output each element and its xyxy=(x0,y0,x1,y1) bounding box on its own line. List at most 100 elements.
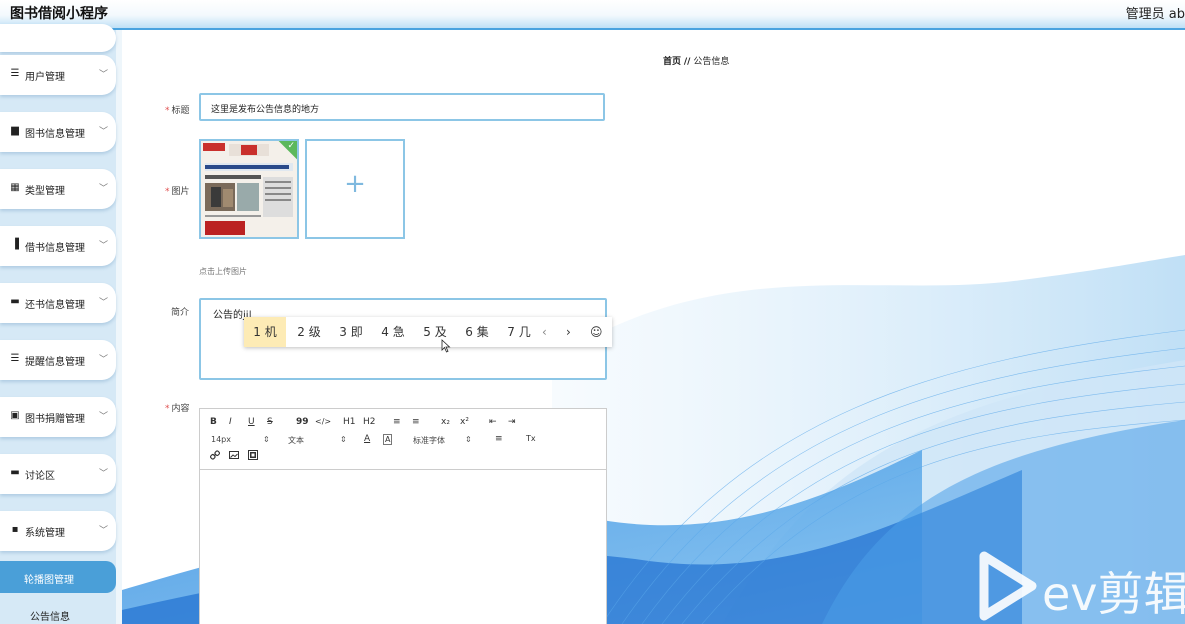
heading-select[interactable]: 文本 ⇕ xyxy=(288,435,348,446)
emoji-icon[interactable]: ☺ xyxy=(590,317,603,347)
sidebar-item-return[interactable]: ▬ 还书信息管理 ﹀ xyxy=(0,283,116,323)
heading2-button[interactable]: H2 xyxy=(363,417,376,427)
underline-button[interactable]: U xyxy=(248,417,255,427)
bar-chart-icon: ▐ xyxy=(11,239,19,250)
link-icon[interactable] xyxy=(210,450,220,460)
sidebar-item-users[interactable]: ☰ 用户管理 ﹀ xyxy=(0,55,116,95)
subscript-button[interactable]: x₂ xyxy=(441,417,450,427)
sidebar-item-label: 提醒信息管理 xyxy=(25,357,85,368)
image-label: * 图片 xyxy=(165,184,190,197)
top-bar: 图书借阅小程序 管理员 ab xyxy=(0,0,1185,30)
ime-prev-icon[interactable]: ‹ xyxy=(542,317,547,347)
ime-candidate[interactable]: 2 级 xyxy=(290,317,328,347)
heading-value: 文本 xyxy=(288,436,304,445)
chat-icon: ▬ xyxy=(10,467,20,478)
ime-candidate-bar: 1 机 2 级 3 即 4 急 5 及 6 集 7 几 ‹ › ☺ xyxy=(244,317,612,347)
image-label-text: 图片 xyxy=(171,187,190,197)
sidebar-subitem-label: 轮播图管理 xyxy=(24,575,74,586)
upload-tip: 点击上传图片 xyxy=(199,267,247,276)
image-icon[interactable] xyxy=(229,450,239,460)
sidebar-item-label: 系统管理 xyxy=(25,528,65,539)
rich-text-editor: B I U S 99 </> H1 H2 ≡ ≡ x₂ x² ⇤ ⇥ 14px ⇕… xyxy=(199,408,607,624)
ordered-list-button[interactable]: ≡ xyxy=(393,417,401,427)
font-family-select[interactable]: 标准字体 ⇕ xyxy=(413,435,473,446)
mouse-cursor-icon xyxy=(441,339,451,353)
chevron-down-icon: ﹀ xyxy=(98,184,108,194)
book-icon: ▆ xyxy=(11,125,19,136)
outdent-button[interactable]: ⇤ xyxy=(489,417,497,427)
select-caret-icon: ⇕ xyxy=(340,435,347,444)
required-mark: * xyxy=(165,187,170,197)
newspaper-image xyxy=(201,141,297,237)
editor-toolbar: B I U S 99 </> H1 H2 ≡ ≡ x₂ x² ⇤ ⇥ 14px ⇕… xyxy=(200,409,606,470)
ime-candidate[interactable]: 4 急 xyxy=(374,317,412,347)
font-family-value: 标准字体 xyxy=(413,436,445,445)
select-caret-icon: ⇕ xyxy=(263,435,270,444)
background-color-button[interactable]: A xyxy=(383,434,393,445)
font-size-select[interactable]: 14px ⇕ xyxy=(211,435,271,444)
ime-next-icon[interactable]: › xyxy=(566,317,571,347)
sidebar-subitem-notice[interactable]: 公告信息 xyxy=(30,608,70,623)
ev-watermark: ev剪辑 xyxy=(976,550,1185,624)
clear-format-button[interactable]: Tx xyxy=(526,434,536,443)
sidebar-item-partial[interactable] xyxy=(0,24,116,52)
chevron-down-icon: ﹀ xyxy=(98,127,108,137)
watermark-text: ev剪辑 xyxy=(1042,567,1185,621)
chevron-down-icon: ﹀ xyxy=(98,70,108,80)
sidebar-item-forum[interactable]: ▬ 讨论区 ﹀ xyxy=(0,454,116,494)
breadcrumb: 首页 // 公告信息 xyxy=(663,54,729,67)
monitor-icon: ▬ xyxy=(10,296,20,307)
sidebar-item-system[interactable]: ▪ 系统管理 ﹀ xyxy=(0,511,116,551)
list-icon: ☰ xyxy=(10,68,20,79)
breadcrumb-separator: // xyxy=(683,57,691,67)
chevron-down-icon: ﹀ xyxy=(98,355,108,365)
sidebar-item-label: 还书信息管理 xyxy=(25,300,85,311)
sidebar-subitem-carousel[interactable]: 轮播图管理 xyxy=(0,561,116,593)
title-input[interactable]: 这里是发布公告信息的地方 xyxy=(199,93,605,121)
chevron-down-icon: ﹀ xyxy=(98,412,108,422)
strike-button[interactable]: S xyxy=(267,417,273,427)
align-button[interactable]: ≡ xyxy=(495,434,503,444)
heading1-button[interactable]: H1 xyxy=(343,417,356,427)
apps-icon: ▪ xyxy=(11,524,19,535)
sidebar-item-reminder[interactable]: ☰ 提醒信息管理 ﹀ xyxy=(0,340,116,380)
sidebar-item-donation[interactable]: ▣ 图书捐赠管理 ﹀ xyxy=(0,397,116,437)
sidebar-item-label: 用户管理 xyxy=(25,72,65,83)
required-mark: * xyxy=(165,404,170,414)
code-block-button[interactable]: </> xyxy=(315,417,331,426)
font-color-button[interactable]: A xyxy=(364,434,370,444)
select-caret-icon: ⇕ xyxy=(465,435,472,444)
sidebar-item-label: 图书捐赠管理 xyxy=(25,414,85,425)
title-label-text: 标题 xyxy=(171,106,190,116)
chevron-down-icon: ﹀ xyxy=(98,526,108,536)
sidebar-item-types[interactable]: ▦ 类型管理 ﹀ xyxy=(0,169,116,209)
ime-candidate[interactable]: 3 即 xyxy=(332,317,370,347)
content-label: * 内容 xyxy=(165,401,190,414)
sidebar-item-books[interactable]: ▆ 图书信息管理 ﹀ xyxy=(0,112,116,152)
indent-button[interactable]: ⇥ xyxy=(508,417,516,427)
sidebar-item-label: 讨论区 xyxy=(25,471,55,482)
ime-candidate[interactable]: 1 机 xyxy=(244,317,286,347)
chevron-down-icon: ﹀ xyxy=(98,469,108,479)
ime-candidate[interactable]: 6 集 xyxy=(458,317,496,347)
sidebar-item-label: 图书信息管理 xyxy=(25,129,85,140)
blockquote-button[interactable]: 99 xyxy=(296,417,309,427)
upload-button[interactable]: + xyxy=(305,139,405,239)
sidebar-item-borrow[interactable]: ▐ 借书信息管理 ﹀ xyxy=(0,226,116,266)
sidebar: ☰ 用户管理 ﹀ ▆ 图书信息管理 ﹀ ▦ 类型管理 ﹀ ▐ 借书信息管理 ﹀ … xyxy=(0,24,122,624)
check-icon: ✓ xyxy=(287,141,295,151)
list-icon: ☰ xyxy=(10,353,20,364)
superscript-button[interactable]: x² xyxy=(460,417,469,427)
main-content: 首页 // 公告信息 * 标题 这里是发布公告信息的地方 * 图片 ✓ + 点击… xyxy=(122,30,1185,624)
ime-candidate[interactable]: 7 几 xyxy=(500,317,538,347)
breadcrumb-home[interactable]: 首页 xyxy=(663,57,681,67)
uploaded-image-thumbnail[interactable]: ✓ xyxy=(199,139,299,239)
bold-button[interactable]: B xyxy=(210,417,217,427)
clipboard-icon: ▣ xyxy=(10,410,20,421)
user-label[interactable]: 管理员 ab xyxy=(1126,3,1185,22)
bullet-list-button[interactable]: ≡ xyxy=(412,417,420,427)
intro-label: 简介 xyxy=(171,308,190,318)
video-icon[interactable] xyxy=(248,450,258,460)
italic-button[interactable]: I xyxy=(229,417,232,427)
content-label-text: 内容 xyxy=(171,404,190,414)
